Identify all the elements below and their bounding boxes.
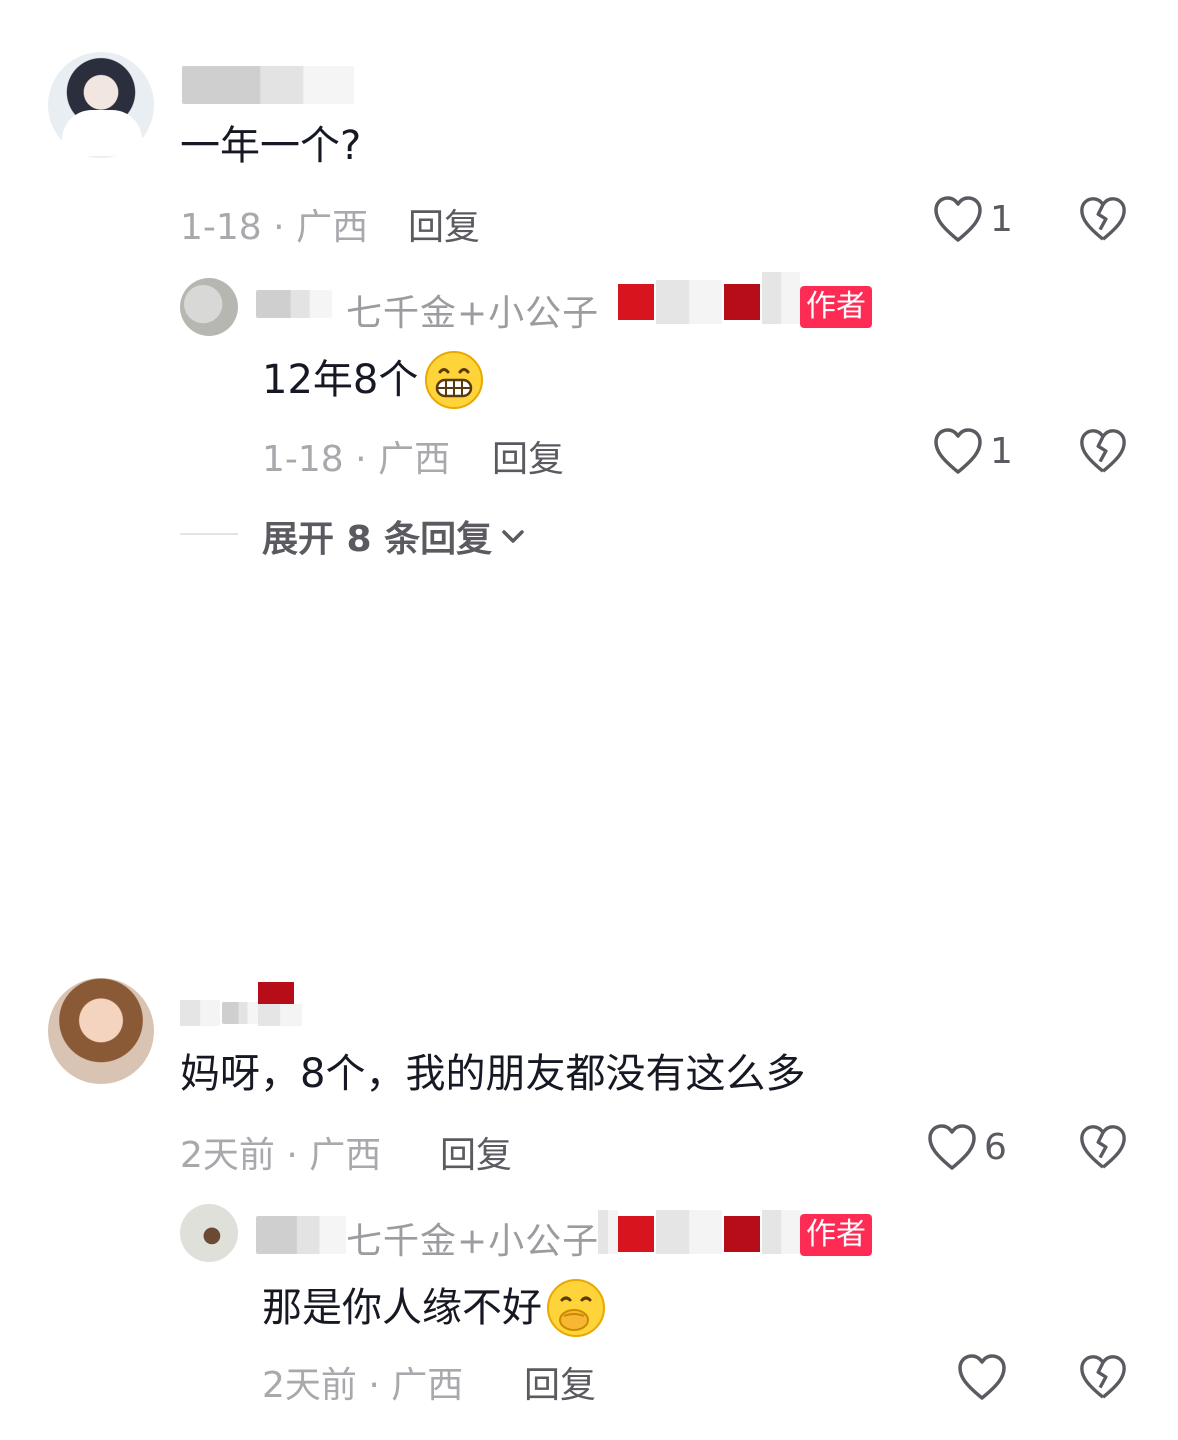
like-button[interactable]: 1 (932, 194, 1013, 244)
like-count: 6 (984, 1126, 1007, 1168)
broken-heart-icon (1078, 1352, 1128, 1402)
dislike-button[interactable] (1078, 426, 1128, 476)
broken-heart-icon (1078, 426, 1128, 476)
meta-separator: · (286, 1135, 298, 1176)
author-badge: 作者 (800, 286, 872, 328)
redacted-decoration (598, 1210, 618, 1254)
username-redacted[interactable] (182, 66, 354, 104)
reply-text: 那是你人缘不好 (262, 1285, 542, 1331)
redacted-decoration (724, 1216, 760, 1252)
reply-time: 2天前 (262, 1365, 357, 1406)
broken-heart-icon (1078, 1122, 1128, 1172)
comment-time: 2天前 (180, 1135, 275, 1176)
broken-heart-icon (1078, 194, 1128, 244)
reply-button[interactable]: 回复 (408, 198, 480, 250)
heart-icon (932, 426, 984, 476)
redacted-decoration (656, 280, 722, 324)
replier-avatar[interactable] (180, 278, 238, 336)
comment-text: 一年一个? (180, 123, 362, 169)
chevron-down-icon (500, 523, 526, 549)
author-badge: 作者 (800, 1214, 872, 1256)
like-button[interactable]: 1 (932, 426, 1013, 476)
redacted-decoration (618, 284, 654, 320)
meta-separator: · (368, 1365, 380, 1406)
reply-text-line: 那是你人缘不好 (262, 1278, 606, 1338)
heart-icon (926, 1122, 978, 1172)
comment-time: 1-18 (180, 207, 262, 248)
meta-separator: · (273, 207, 285, 248)
redacted-decoration (258, 1004, 302, 1026)
replier-avatar[interactable] (180, 1204, 238, 1262)
comment-location: 广西 (296, 207, 369, 248)
reply-meta: 2天前 · 广西 (262, 1356, 463, 1408)
redacted-decoration (762, 272, 800, 324)
like-button[interactable]: 6 (926, 1122, 1007, 1172)
comment-text: 妈呀，8个，我的朋友都没有这么多 (180, 1051, 806, 1097)
reply-button[interactable]: 回复 (524, 1356, 596, 1408)
username-redacted[interactable] (180, 1000, 220, 1026)
redacted-decoration (618, 1216, 654, 1252)
dislike-button[interactable] (1078, 1352, 1128, 1402)
meta-separator: · (355, 439, 367, 480)
expand-divider (180, 533, 238, 535)
redacted-decoration (258, 982, 294, 1004)
expand-replies-button[interactable]: 展开 8 条回复 (262, 510, 526, 562)
reply-text-line: 12年8个 (262, 350, 484, 410)
heart-icon (956, 1352, 1008, 1402)
comment-meta: 1-18 · 广西 (180, 198, 368, 250)
dislike-button[interactable] (1078, 1122, 1128, 1172)
reply-meta: 1-18 · 广西 (262, 430, 450, 482)
reply-location: 广西 (391, 1365, 464, 1406)
reply-time: 1-18 (262, 439, 344, 480)
dislike-button[interactable] (1078, 194, 1128, 244)
reply-author-name[interactable]: 七千金+小公子 (346, 1212, 599, 1264)
heart-icon (932, 194, 984, 244)
reply-button[interactable]: 回复 (492, 430, 564, 482)
reply-author-name[interactable]: 七千金+小公子 (346, 284, 599, 336)
comment-meta: 2天前 · 广西 (180, 1126, 381, 1178)
like-count: 1 (990, 430, 1013, 472)
username-redacted[interactable] (222, 1002, 258, 1024)
username-redacted[interactable] (256, 1216, 346, 1254)
grinning-face-emoji (424, 350, 484, 410)
reply-text: 12年8个 (262, 357, 419, 403)
like-count: 1 (990, 198, 1013, 240)
redacted-decoration (724, 284, 760, 320)
face-with-hand-over-mouth-emoji (546, 1278, 606, 1338)
redacted-decoration (762, 1210, 800, 1254)
comment-location: 广西 (309, 1135, 382, 1176)
commenter-avatar[interactable] (48, 978, 154, 1084)
username-redacted[interactable] (256, 290, 332, 318)
expand-replies-label: 展开 8 条回复 (262, 519, 493, 560)
reply-button[interactable]: 回复 (440, 1126, 512, 1178)
commenter-avatar[interactable] (48, 52, 154, 158)
reply-location: 广西 (378, 439, 451, 480)
like-button[interactable] (956, 1352, 1008, 1402)
redacted-decoration (656, 1210, 722, 1254)
